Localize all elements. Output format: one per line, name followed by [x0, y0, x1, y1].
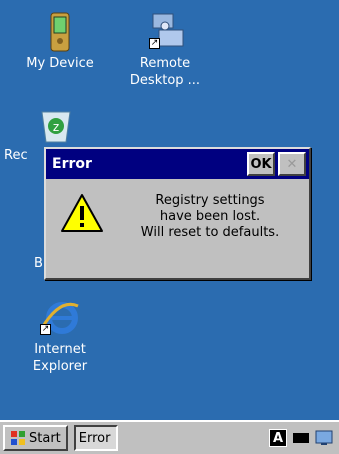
- partial-desktop-label: B: [34, 256, 43, 271]
- desktop-icon-label: Internet Explorer: [32, 342, 88, 374]
- ok-button[interactable]: OK: [247, 152, 275, 176]
- desktop-icon-tray[interactable]: [315, 429, 333, 447]
- desktop-icon-label: My Device: [26, 56, 94, 71]
- keyboard-icon[interactable]: [293, 433, 309, 443]
- dialog-title: Error: [52, 156, 92, 172]
- warning-icon: [61, 194, 103, 232]
- system-tray: A: [266, 425, 336, 451]
- desktop-icon-internet-explorer[interactable]: ↗ Internet Explorer: [12, 298, 108, 375]
- shortcut-arrow-icon: ↗: [149, 38, 160, 49]
- error-dialog: Error OK ✕ Registry settings have been l…: [44, 147, 311, 280]
- windows-flag-icon: [11, 431, 25, 445]
- start-label: Start: [29, 430, 61, 446]
- dialog-message: Registry settings have been lost. Will r…: [140, 193, 280, 240]
- desktop-icon-remote-desktop[interactable]: ↗ Remote Desktop ...: [117, 12, 213, 89]
- svg-text:z: z: [53, 120, 59, 134]
- taskbar: Start Error A: [0, 420, 339, 454]
- dialog-body: Registry settings have been lost. Will r…: [46, 179, 309, 276]
- shortcut-arrow-icon: ↗: [40, 324, 51, 335]
- close-button[interactable]: ✕: [278, 152, 306, 176]
- desktop-icon-label: Remote Desktop ...: [129, 56, 201, 88]
- recycle-bin-icon: z: [41, 111, 71, 143]
- input-method-indicator[interactable]: A: [269, 429, 287, 447]
- start-button[interactable]: Start: [3, 425, 68, 451]
- taskbar-item-error[interactable]: Error: [73, 425, 118, 451]
- desktop-icon-my-device[interactable]: My Device: [12, 12, 108, 72]
- handheld-device-icon: [50, 12, 70, 52]
- dialog-titlebar[interactable]: Error OK ✕: [46, 149, 309, 179]
